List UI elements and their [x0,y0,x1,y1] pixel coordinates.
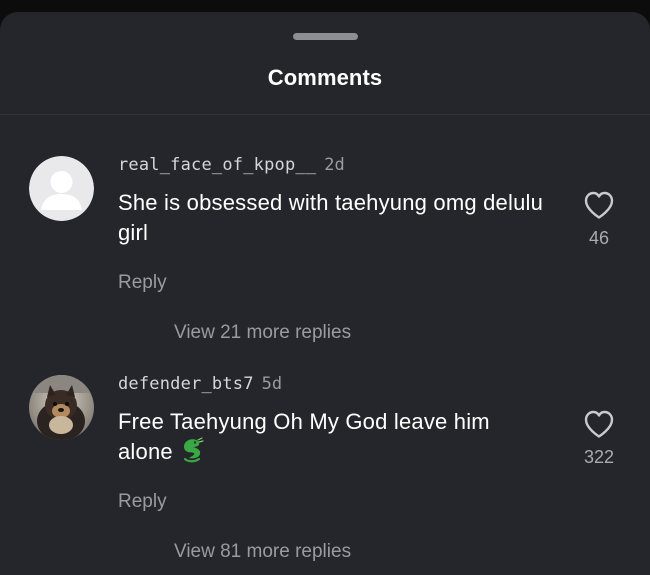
like-area: 322 [570,409,628,468]
reply-button[interactable]: Reply [118,491,167,513]
dragon-emoji-icon [181,437,205,471]
timestamp: 5d [261,374,283,394]
default-avatar-icon[interactable] [29,156,94,221]
heart-icon[interactable] [583,190,615,220]
comment-header: real_face_of_kpop__ 2d [118,152,345,178]
username[interactable]: defender_bts7 [118,374,254,394]
drag-handle[interactable] [293,33,358,40]
dog-photo-avatar[interactable] [29,375,94,440]
divider [0,114,650,115]
comment-text: Free Taehyung Oh My God leave him alone [118,407,548,471]
comment-item: real_face_of_kpop__ 2d She is obsessed wi… [0,152,650,362]
like-count: 322 [583,447,615,467]
like-count: 46 [588,228,610,248]
view-replies-button[interactable]: View 81 more replies [174,541,351,563]
comment-text: She is obsessed with taehyung omg delulu… [118,188,548,248]
username[interactable]: real_face_of_kpop__ [118,155,316,175]
heart-icon[interactable] [583,409,615,439]
timestamp: 2d [324,155,345,175]
view-replies-button[interactable]: View 21 more replies [174,322,351,344]
comment-header: defender_bts7 5d [118,371,282,397]
comment-item: defender_bts7 5d Free Taehyung Oh My God … [0,371,650,575]
comments-sheet: Comments real_face_of_kpop__ 2d She is ob… [0,12,650,575]
reply-button[interactable]: Reply [118,272,167,294]
sheet-title: Comments [267,65,383,90]
comment-text-content: Free Taehyung Oh My God leave him alone [118,409,490,464]
like-area: 46 [570,190,628,249]
comment-text-content: She is obsessed with taehyung omg delulu… [118,190,544,245]
